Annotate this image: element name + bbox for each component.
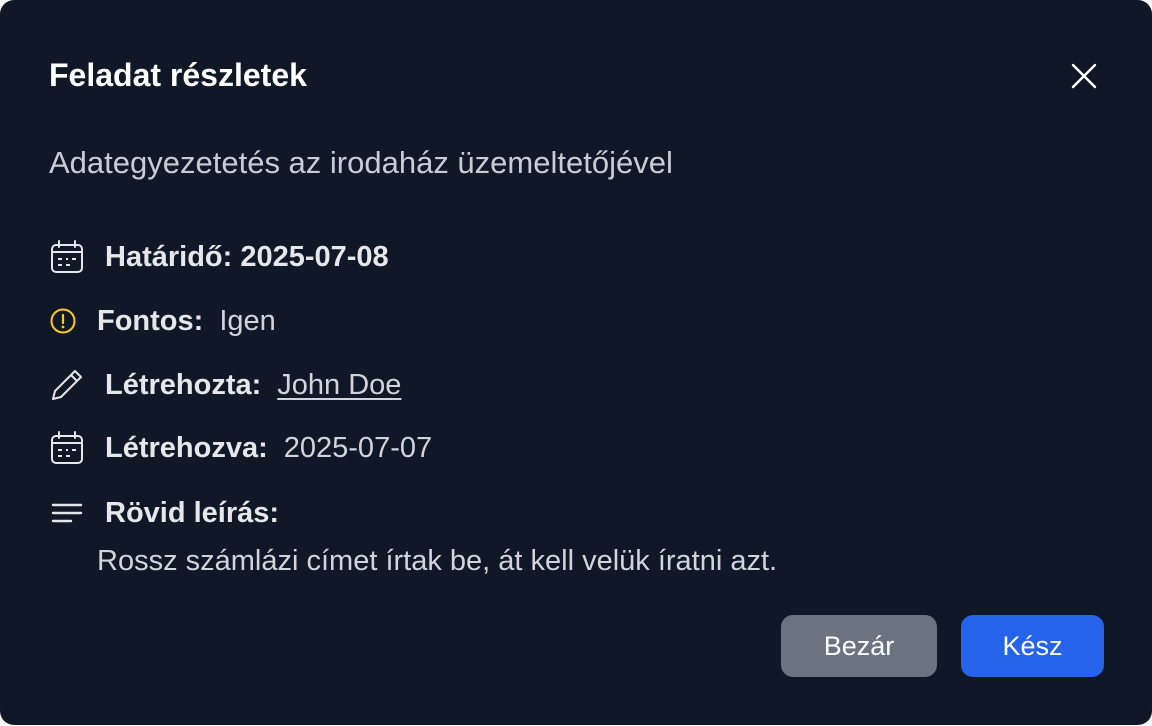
created-by-link[interactable]: John Doe — [277, 365, 401, 405]
close-icon — [1071, 63, 1097, 89]
important-value: Igen — [219, 305, 276, 337]
lines-icon — [49, 495, 85, 531]
created-at-label: Létrehozva: — [105, 432, 268, 464]
done-button[interactable]: Kész — [961, 615, 1104, 677]
description-text: Rossz számlázi címet írtak be, át kell v… — [97, 545, 778, 577]
created-at-value: 2025-07-07 — [283, 432, 433, 464]
deadline-label: Határidő: 2025-07-08 — [105, 241, 389, 273]
created-by-label: Létrehozta: — [105, 369, 262, 401]
calendar-icon — [49, 430, 85, 466]
alert-circle-icon — [49, 307, 77, 335]
pencil-icon — [49, 367, 85, 403]
created-by-row: Létrehozta: John Doe — [49, 365, 401, 405]
created-at-row: Létrehozva: 2025-07-07 — [49, 428, 432, 468]
description-row: Rövid leírás: — [49, 493, 295, 533]
important-row: Fontos: Igen — [49, 301, 276, 341]
important-label: Fontos: — [97, 305, 204, 337]
task-details-dialog: Feladat részletek Adategyezetetés az iro… — [0, 0, 1152, 725]
close-x-button[interactable] — [1064, 56, 1104, 96]
description-label: Rövid leírás: — [105, 497, 280, 529]
dialog-title: Feladat részletek — [49, 57, 307, 93]
task-name: Adategyezetetés az irodaház üzemeltetőjé… — [49, 145, 673, 180]
calendar-icon — [49, 239, 85, 275]
close-button[interactable]: Bezár — [781, 615, 937, 677]
deadline-row: Határidő: 2025-07-08 — [49, 237, 405, 277]
